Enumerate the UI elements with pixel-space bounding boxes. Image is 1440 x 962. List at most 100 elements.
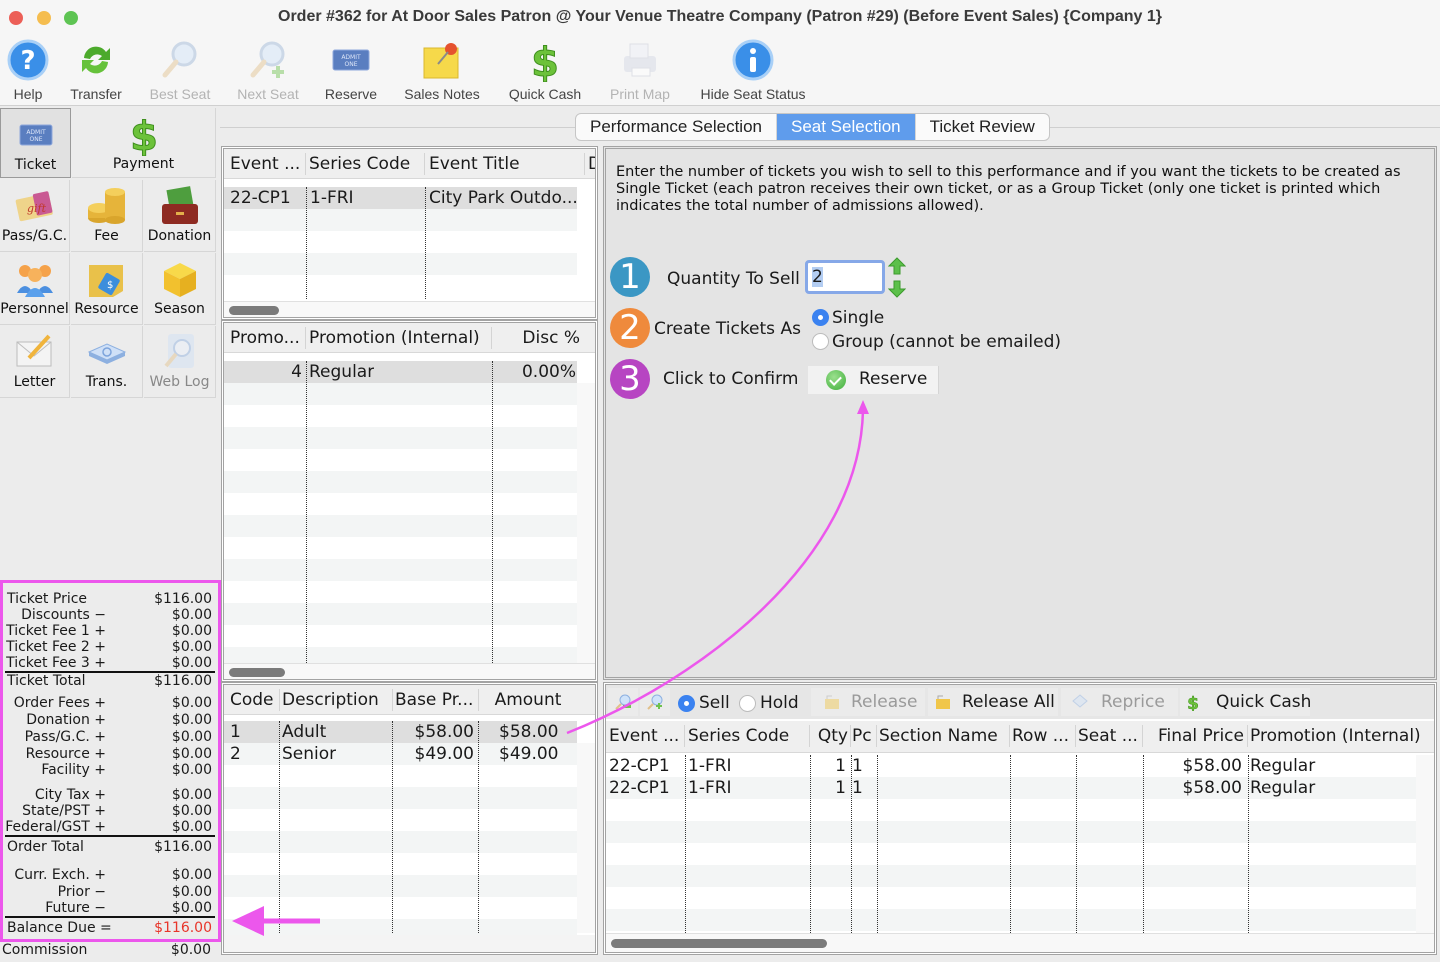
quick-cash-button[interactable]: $ Quick Cash xyxy=(503,36,587,104)
summary-value: $0.00 xyxy=(171,746,212,762)
svg-text:ONE: ONE xyxy=(29,136,42,143)
table-row[interactable]: 4 Regular 0.00% xyxy=(224,361,577,383)
reserve-toolbar-button[interactable]: ADMIT ONE Reserve xyxy=(320,36,382,104)
promotions-hscrollbar[interactable] xyxy=(224,663,595,679)
empty-row xyxy=(606,909,1416,931)
printer-icon xyxy=(618,38,662,82)
summary-label: Order Total xyxy=(7,839,84,855)
col-event-title[interactable]: Event Title xyxy=(429,154,584,174)
cart-quick-cash-button[interactable]: $ Quick Cash xyxy=(1180,688,1311,716)
commission-value: $0.00 xyxy=(170,942,211,958)
next-seat-button[interactable]: Next Seat xyxy=(232,36,304,104)
summary-value: $0.00 xyxy=(171,787,212,803)
add-seat-button[interactable] xyxy=(640,688,670,716)
summary-label: Prior − xyxy=(57,884,106,900)
col-promotion-internal[interactable]: Promotion (Internal) xyxy=(1250,726,1430,746)
empty-row xyxy=(224,603,577,625)
events-hscrollbar[interactable] xyxy=(224,301,595,317)
col-series-code[interactable]: Series Code xyxy=(309,154,419,174)
table-row[interactable]: 22-CP1 1-FRI 1 1 $58.00 Regular xyxy=(606,755,1416,777)
sidebar-item-season[interactable]: Season xyxy=(144,253,216,325)
print-map-button[interactable]: Print Map xyxy=(604,36,676,104)
sidebar-item-resource[interactable]: $ Resource xyxy=(71,253,143,325)
col-final-price[interactable]: Final Price xyxy=(1144,726,1244,746)
find-seat-button[interactable] xyxy=(608,688,638,716)
col-qty[interactable]: Qty xyxy=(812,726,848,746)
col-disc-pct[interactable]: Disc % xyxy=(494,328,580,348)
tab-ticket-review[interactable]: Ticket Review xyxy=(916,114,1049,140)
sidebar-item-letter[interactable]: Letter xyxy=(0,326,70,398)
summary-label: Federal/GST + xyxy=(5,819,106,835)
web-log-icon xyxy=(158,330,202,374)
col-base-price[interactable]: Base Pr... xyxy=(395,690,479,710)
sidebar-item-pass-gc[interactable]: gift Pass/G.C. xyxy=(0,180,70,252)
sales-notes-button[interactable]: Sales Notes xyxy=(398,36,486,104)
summary-row: Balance Due = $116.00 xyxy=(3,920,218,936)
quantity-decrement-button[interactable] xyxy=(887,280,907,298)
col-description[interactable]: Description xyxy=(282,690,390,710)
hide-seat-status-button[interactable]: Hide Seat Status xyxy=(693,36,813,104)
col-event[interactable]: Event ... xyxy=(609,726,683,746)
col-promo[interactable]: Promo... xyxy=(230,328,302,348)
transfer-icon xyxy=(74,38,118,82)
empty-row xyxy=(224,449,577,471)
sidebar-item-fee[interactable]: Fee xyxy=(71,180,143,252)
table-row[interactable]: 1 Adult $58.00 $58.00 xyxy=(224,721,577,743)
table-row[interactable]: 22-CP1 1-FRI 1 1 $58.00 Regular xyxy=(606,777,1416,799)
summary-value: $0.00 xyxy=(171,712,212,728)
summary-row: Pass/G.C. + $0.00 xyxy=(3,729,218,745)
summary-value: $0.00 xyxy=(171,623,212,639)
note-pin-icon xyxy=(420,38,464,82)
single-radio[interactable] xyxy=(812,309,829,326)
col-pc[interactable]: Pc xyxy=(852,726,874,746)
summary-label: City Tax + xyxy=(34,787,106,803)
col-series-code[interactable]: Series Code xyxy=(688,726,806,746)
col-event[interactable]: Event ... xyxy=(230,154,302,174)
table-row[interactable]: 2 Senior $49.00 $49.00 xyxy=(224,743,577,765)
group-radio[interactable] xyxy=(812,333,829,350)
help-button[interactable]: ? Help xyxy=(5,36,51,104)
table-row[interactable]: 22-CP1 1-FRI City Park Outdo... xyxy=(224,187,578,209)
col-seat[interactable]: Seat ... xyxy=(1078,726,1140,746)
sidebar-item-web-log[interactable]: Web Log xyxy=(144,326,216,398)
empty-row xyxy=(224,809,577,831)
empty-row xyxy=(224,581,577,603)
empty-row xyxy=(224,383,577,405)
col-d[interactable]: D xyxy=(588,154,595,174)
title-bar: Order #362 for At Door Sales Patron @ Yo… xyxy=(0,0,1440,36)
folder-open-icon xyxy=(825,695,839,709)
reserve-button[interactable]: Reserve xyxy=(808,366,939,394)
empty-row xyxy=(606,821,1416,843)
release-button[interactable]: Release xyxy=(811,688,925,716)
empty-row xyxy=(606,843,1416,865)
summary-label: Order Fees + xyxy=(13,695,106,711)
empty-row xyxy=(606,887,1416,909)
best-seat-button[interactable]: Best Seat xyxy=(144,36,216,104)
sidebar-item-ticket[interactable]: ADMIT ONE Ticket xyxy=(0,108,71,178)
svg-text:?: ? xyxy=(20,46,35,76)
col-section-name[interactable]: Section Name xyxy=(879,726,1007,746)
summary-label: Ticket Fee 2 + xyxy=(6,639,106,655)
quantity-increment-button[interactable] xyxy=(887,257,907,275)
col-promotion-internal[interactable]: Promotion (Internal) xyxy=(309,328,489,348)
sidebar-item-payment[interactable]: $ Payment xyxy=(72,108,216,178)
tab-seat-selection[interactable]: Seat Selection xyxy=(776,114,916,140)
transfer-button[interactable]: Transfer xyxy=(64,36,128,104)
create-tickets-label: Create Tickets As xyxy=(654,319,801,339)
col-code[interactable]: Code xyxy=(230,690,278,710)
cart-hscrollbar[interactable] xyxy=(606,933,1434,952)
tab-performance-selection[interactable]: Performance Selection xyxy=(576,114,777,140)
sell-radio[interactable] xyxy=(678,695,695,712)
col-amount[interactable]: Amount xyxy=(482,690,574,710)
summary-row: Order Fees + $0.00 xyxy=(3,695,218,711)
reprice-button[interactable]: Reprice xyxy=(1061,688,1178,716)
summary-row: Facility + $0.00 xyxy=(3,762,218,778)
arrow-up-icon xyxy=(887,257,907,275)
release-all-button[interactable]: Release All xyxy=(928,688,1058,716)
quantity-input[interactable]: 2 xyxy=(805,260,885,294)
sidebar-item-trans[interactable]: Trans. xyxy=(71,326,143,398)
hold-radio[interactable] xyxy=(739,695,756,712)
sidebar-item-donation[interactable]: Donation xyxy=(144,180,216,252)
col-row[interactable]: Row ... xyxy=(1012,726,1076,746)
sidebar-item-personnel[interactable]: Personnel xyxy=(0,253,70,325)
